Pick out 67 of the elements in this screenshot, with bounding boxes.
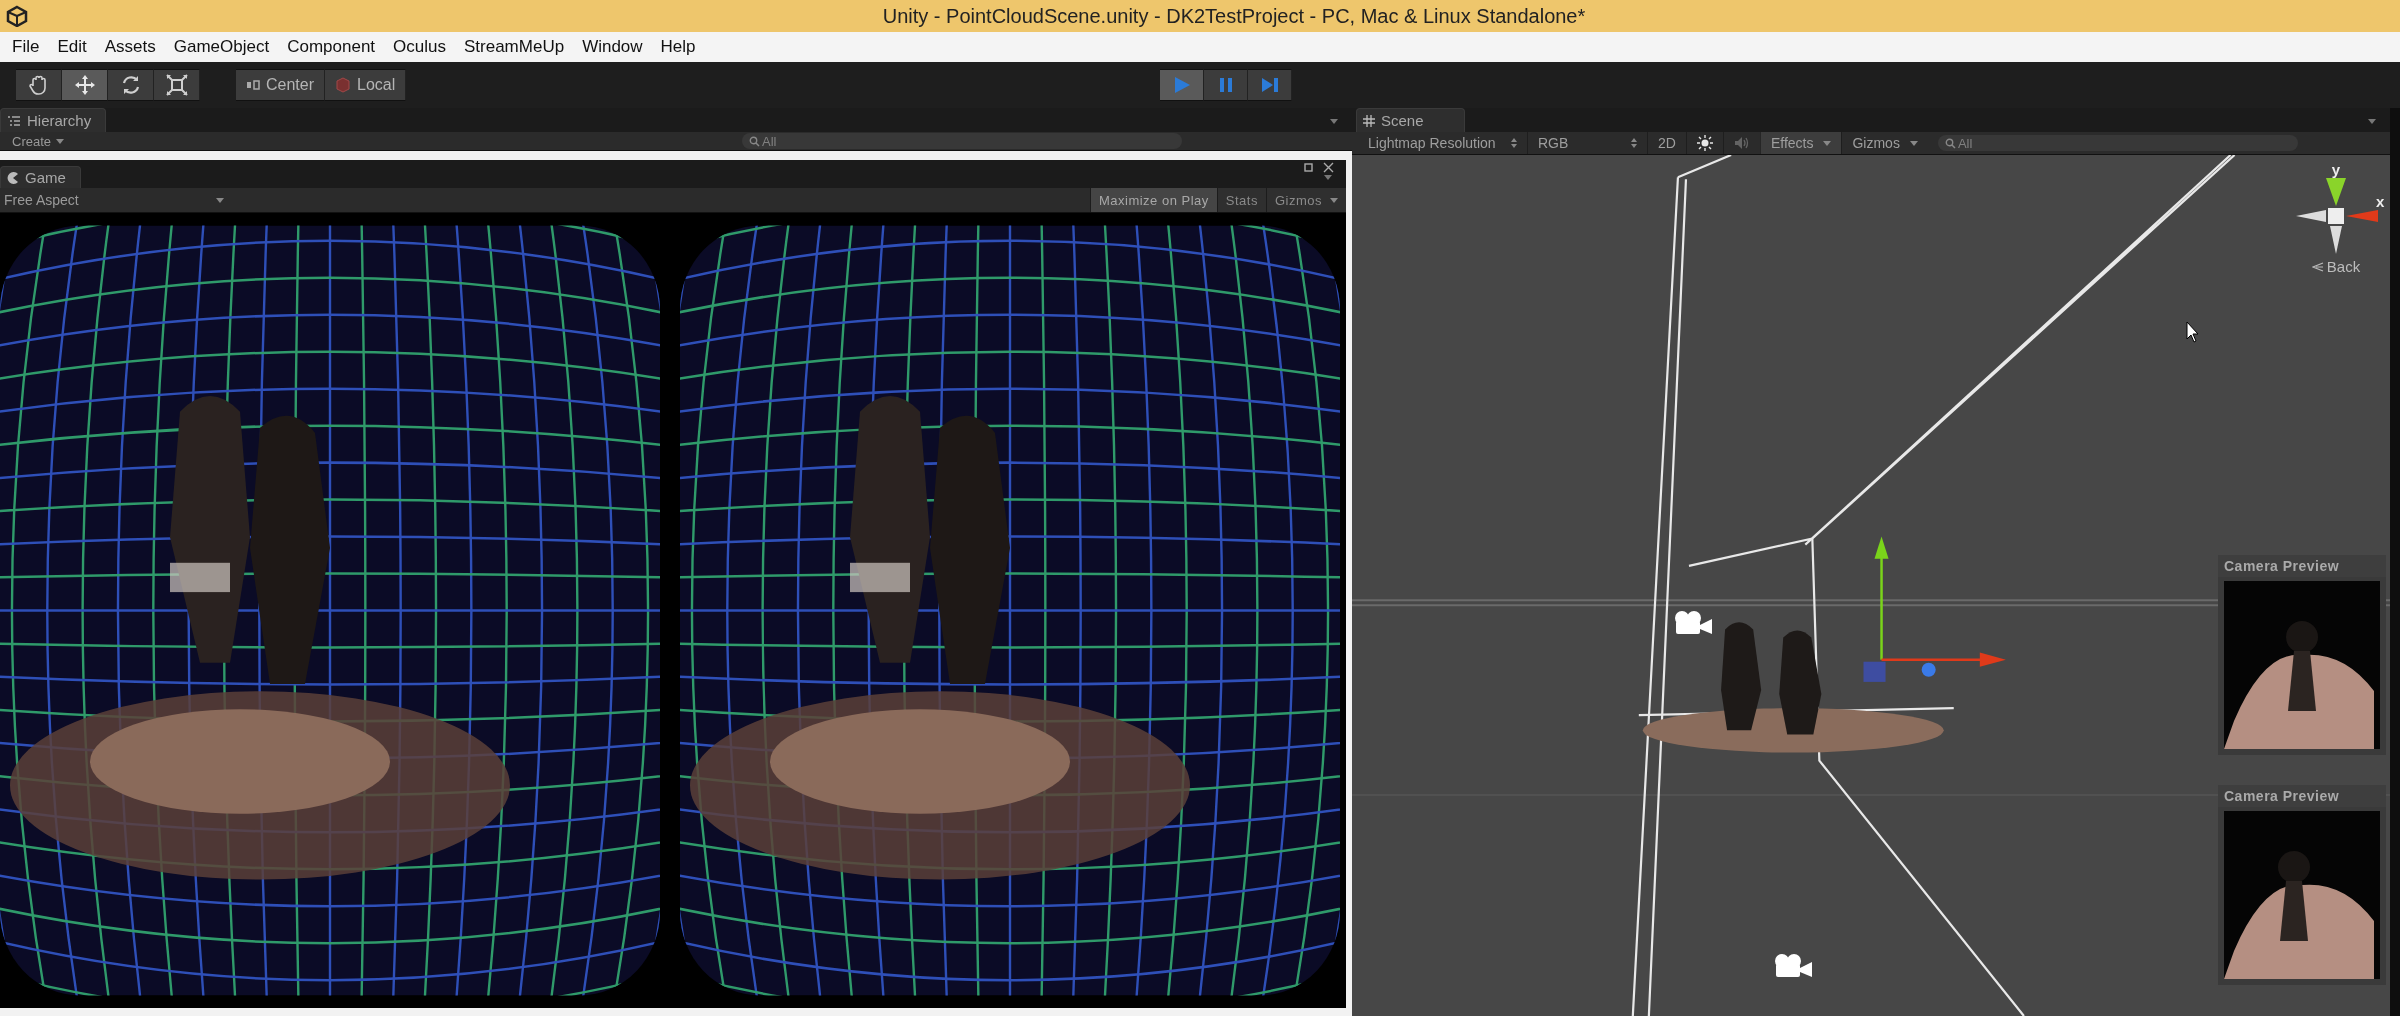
pivot-icon	[246, 79, 260, 91]
search-icon	[1944, 138, 1956, 149]
mode-2d-button[interactable]: 2D	[1648, 132, 1687, 154]
caret-icon	[1909, 140, 1918, 146]
caret-icon	[2368, 119, 2376, 124]
caret-icon	[1330, 197, 1338, 203]
cube-icon	[335, 77, 352, 93]
render-mode-dropdown[interactable]: Lightmap Resolution	[1358, 132, 1528, 154]
scale-icon	[164, 73, 189, 97]
color-mode-dropdown[interactable]: RGB	[1528, 132, 1648, 154]
caret-icon	[1823, 140, 1832, 146]
dropdown-button[interactable]: Gizmos	[1265, 188, 1346, 212]
toggle-button[interactable]: Stats	[1216, 188, 1266, 212]
aspect-dropdown[interactable]: Free Aspect	[4, 192, 224, 208]
view-label[interactable]: Back	[2311, 258, 2361, 275]
menu-item[interactable]: Component	[279, 34, 384, 60]
axis-label: y	[2331, 161, 2341, 178]
menu-item[interactable]: Edit	[49, 34, 95, 60]
step-icon	[1259, 75, 1280, 95]
pacman-icon	[7, 171, 19, 184]
perspective-icon	[2311, 261, 2324, 272]
grid-icon	[1363, 114, 1375, 127]
caret-icon	[1324, 175, 1332, 180]
toggle-button[interactable]: Local	[325, 69, 407, 101]
speaker-icon	[1733, 136, 1750, 150]
step-button[interactable]	[1248, 69, 1292, 101]
cursor-icon	[2186, 321, 2200, 343]
updown-icon	[1631, 138, 1637, 148]
tool-button[interactable]	[62, 69, 108, 101]
close-icon[interactable]	[1323, 162, 1334, 173]
menu-item[interactable]: Assets	[96, 34, 164, 60]
caret-icon	[216, 197, 224, 203]
search-field[interactable]: All	[742, 133, 1182, 149]
effects-dropdown[interactable]: Effects	[1760, 132, 1843, 154]
window-title: Unity - PointCloudScene.unity - DK2TestProject - PC, Mac & Linux Standalone*	[881, 4, 1587, 28]
caret-icon	[56, 138, 65, 144]
updown-icon	[1511, 138, 1517, 148]
search-field[interactable]: All	[1937, 135, 2298, 151]
camera-icon	[1772, 953, 1814, 979]
tool-button[interactable]	[108, 69, 154, 101]
menu-item[interactable]: File	[4, 34, 48, 60]
pause-button[interactable]	[1204, 69, 1248, 101]
toggle-button[interactable]: Center	[236, 69, 326, 101]
tool-button[interactable]	[154, 69, 200, 101]
gizmos-dropdown[interactable]: Gizmos	[1842, 132, 1928, 154]
panel-title: Camera Preview	[2218, 555, 2386, 577]
axis-label: x	[2376, 193, 2385, 210]
game-tab[interactable]: Game	[0, 166, 81, 188]
create-dropdown[interactable]: Create	[12, 133, 65, 149]
play-button[interactable]	[1160, 69, 1204, 101]
maximize-icon	[1304, 163, 1313, 172]
app-logo-icon	[6, 5, 28, 27]
scene-tab[interactable]: Scene	[1356, 108, 1465, 132]
tool-button[interactable]	[16, 69, 62, 101]
hierarchy-tab[interactable]: Hierarchy	[0, 108, 107, 132]
menu-item[interactable]: GameObject	[165, 34, 278, 60]
menu-item[interactable]: StreamMeUp	[456, 34, 573, 60]
panel-title: Camera Preview	[2218, 785, 2386, 807]
search-icon	[749, 136, 760, 147]
menu-item[interactable]: Help	[652, 34, 704, 60]
camera-icon	[1672, 610, 1714, 636]
menu-item[interactable]: Window	[574, 34, 651, 60]
sun-icon	[1696, 135, 1713, 151]
menu-item[interactable]: Oculus	[385, 34, 454, 60]
caret-icon	[1330, 119, 1338, 124]
list-icon	[7, 114, 21, 127]
toggle-button[interactable]: Maximize on Play	[1089, 188, 1217, 212]
